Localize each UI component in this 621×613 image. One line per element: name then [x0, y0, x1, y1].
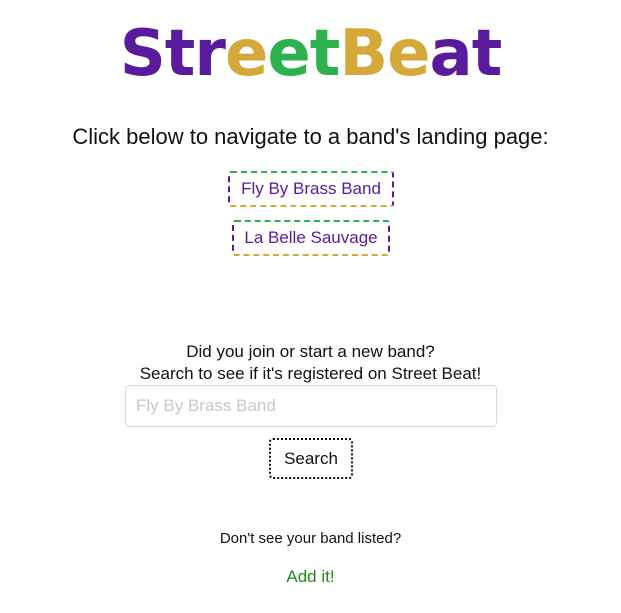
- logo-segment: e: [224, 17, 268, 91]
- missing-band-prompt: Don't see your band listed?: [219, 530, 402, 547]
- band-search-input[interactable]: [125, 385, 497, 427]
- streetbeat-logo: StreetBeat: [0, 22, 621, 86]
- logo-segment: t: [309, 17, 341, 91]
- logo-segment: Str: [119, 17, 226, 91]
- add-band-link[interactable]: Add it!: [0, 567, 621, 587]
- logo-segment: e: [267, 17, 310, 91]
- band-link-fly-by-brass-band[interactable]: Fly By Brass Band: [228, 171, 394, 207]
- search-prompt: Did you join or start a new band? Search…: [0, 341, 621, 385]
- logo-segment: a: [429, 17, 473, 91]
- logo-segment: Be: [339, 17, 430, 91]
- search-button[interactable]: Search: [269, 438, 353, 479]
- search-prompt-line-2: Search to see if it's registered on Stre…: [139, 364, 482, 383]
- logo-segment: t: [471, 17, 503, 91]
- search-prompt-line-1: Did you join or start a new band?: [186, 342, 435, 361]
- page-heading: Click below to navigate to a band's land…: [72, 124, 549, 149]
- band-link-la-belle-sauvage[interactable]: La Belle Sauvage: [232, 220, 390, 256]
